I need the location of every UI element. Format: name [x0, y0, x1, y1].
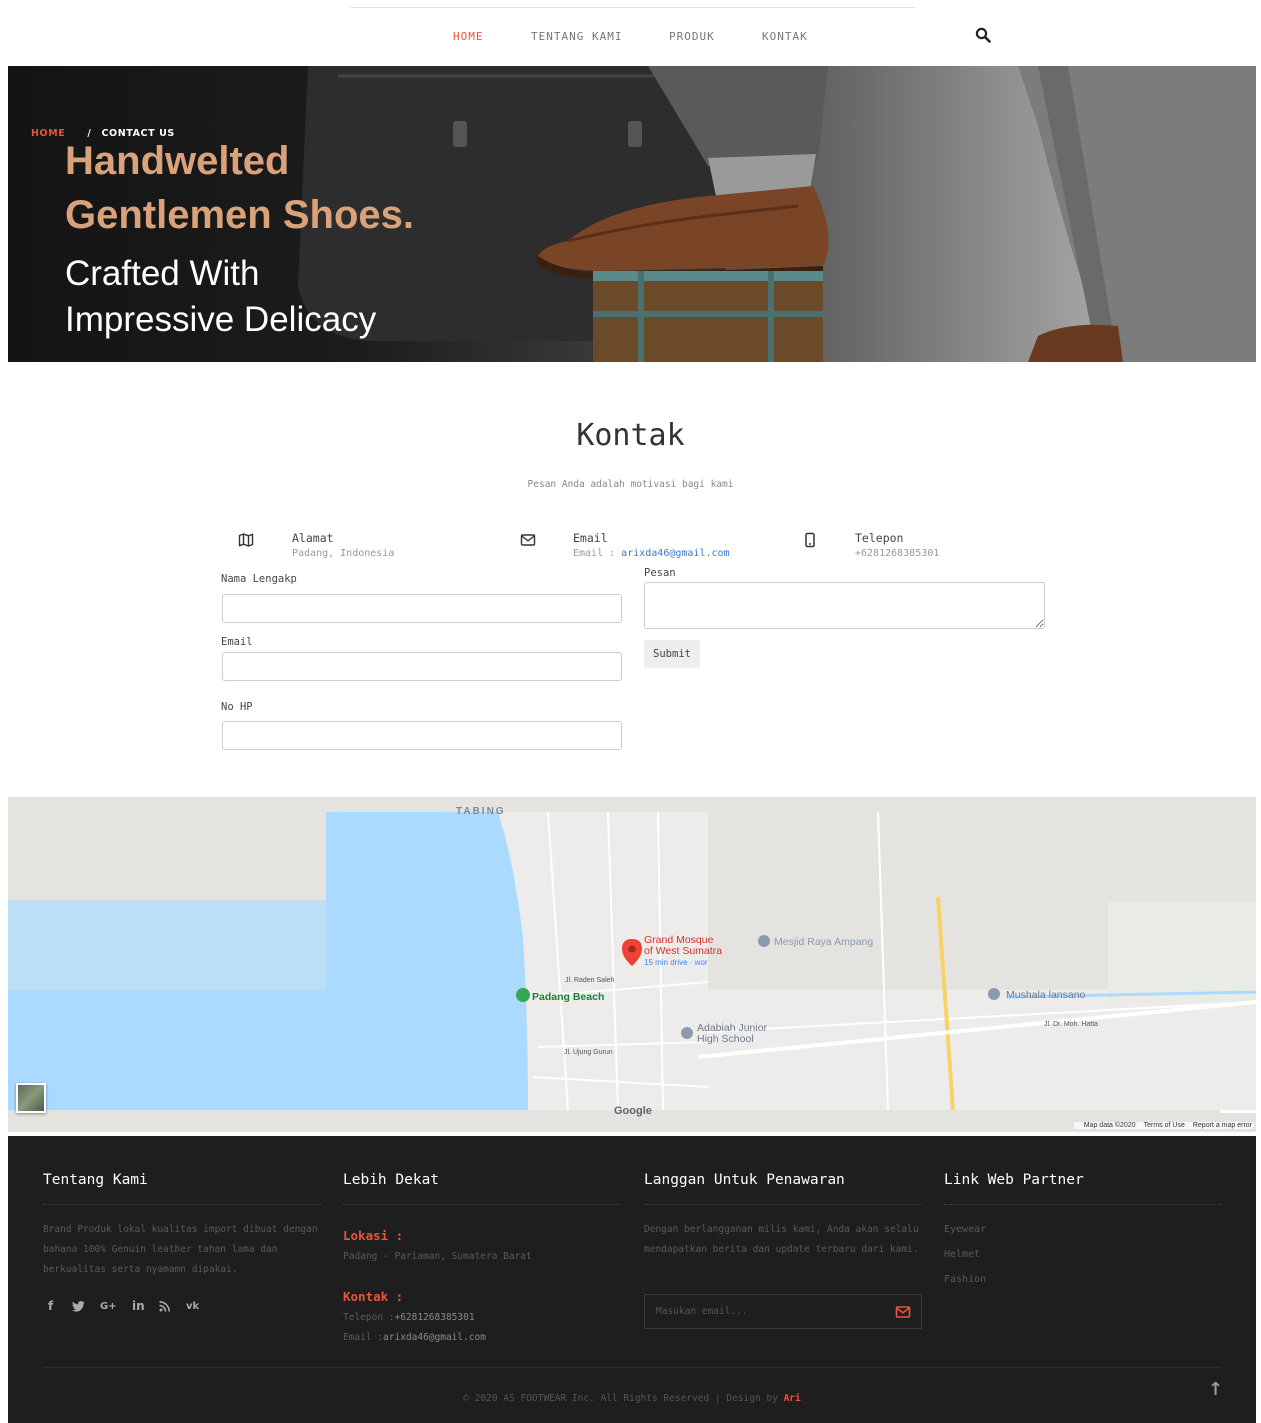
footer-divider	[644, 1204, 922, 1205]
hero-headline-line-1: Handwelted	[65, 139, 290, 183]
breadcrumb-current: CONTACT US	[101, 128, 175, 139]
hero-subline-line-2: Impressive Delicacy	[65, 300, 377, 339]
footer-phone-prefix: Telepon :	[343, 1312, 395, 1323]
footer-divider	[343, 1204, 621, 1205]
hero-subline-line-1: Crafted With	[65, 254, 260, 293]
vk-icon[interactable]: vk	[186, 1301, 199, 1312]
satellite-toggle[interactable]	[16, 1083, 46, 1113]
footer-location-label: Lokasi :	[343, 1228, 404, 1243]
footer-about-title: Tentang Kami	[43, 1172, 148, 1188]
footer-about-text: Brand Produk lokal kualitas import dibua…	[43, 1224, 318, 1275]
nav-item-home[interactable]: HOME	[453, 30, 484, 43]
partner-link-helmet[interactable]: Helmet	[944, 1249, 980, 1260]
partner-link-eyewear[interactable]: Eyewear	[944, 1224, 986, 1235]
map-label-adabiah-line-2: High School	[697, 1033, 754, 1045]
rss-icon[interactable]	[159, 1301, 170, 1312]
footer-subscribe-text: Dengan berlangganan milis kami, Anda aka…	[644, 1224, 919, 1255]
address-value: Padang, Indonesia	[292, 548, 395, 559]
map-icon	[238, 533, 254, 547]
submit-button[interactable]: Submit	[644, 640, 700, 668]
terms-link[interactable]: Terms of Use	[1144, 1122, 1185, 1129]
map-label-ujung-gurun: Jl. Ujung Gurun	[564, 1049, 613, 1056]
subscribe-form	[644, 1294, 922, 1329]
address-label: Alamat	[292, 531, 334, 545]
breadcrumb: HOME / CONTACT US	[31, 128, 175, 139]
footer-email: Email :arixda46@gmail.com	[343, 1328, 486, 1348]
footer: Tentang Kami Brand Produk lokal kualitas…	[8, 1136, 1256, 1423]
twitter-icon[interactable]	[72, 1301, 85, 1312]
phone-value: +6281268385301	[855, 548, 940, 559]
nav-divider	[351, 7, 915, 8]
email-prefix: Email :	[573, 548, 622, 559]
footer-subscribe-title: Langgan Untuk Penawaran	[644, 1172, 845, 1188]
google-logo: Google	[614, 1105, 652, 1117]
copyright-text: © 2020 AS FOOTWEAR Inc. All Rights Reser…	[463, 1393, 778, 1404]
envelope-icon	[520, 534, 536, 546]
map-tiles	[8, 811, 1256, 1113]
back-to-top-arrow-icon[interactable]: ↑	[1208, 1379, 1223, 1400]
email-info: Email : arixda46@gmail.com	[573, 548, 730, 559]
breadcrumb-separator: /	[87, 128, 92, 139]
copyright: © 2020 AS FOOTWEAR Inc. All Rights Reser…	[8, 1393, 1256, 1404]
name-field-label: Nama Lengakp	[221, 573, 297, 585]
nav-item-produk[interactable]: PRODUK	[669, 30, 715, 43]
map-attribution: Map data ©2020 Terms of Use Report a map e…	[1073, 1122, 1254, 1129]
message-field[interactable]	[644, 582, 1045, 629]
copyright-author[interactable]: Ari	[784, 1393, 801, 1404]
envelope-send-icon[interactable]	[895, 1304, 911, 1320]
map-label-mushala[interactable]: Mushala lansano	[1006, 990, 1085, 1001]
footer-closer-title: Lebih Dekat	[343, 1172, 440, 1188]
footer-phone: Telepon :+6281268385301	[343, 1308, 475, 1328]
contact-subtitle: Pesan Anda adalah motivasi bagi kami	[527, 479, 734, 490]
hero-headline-line-2: Gentlemen Shoes.	[65, 193, 414, 237]
footer-location-value: Padang - Pariaman, Sumatera Barat	[343, 1251, 532, 1262]
map-label-tabing: TABING	[456, 806, 506, 817]
footer-divider	[43, 1204, 321, 1205]
mobile-icon	[805, 532, 815, 548]
footer-email-value[interactable]: arixda46@gmail.com	[383, 1332, 486, 1343]
footer-phone-value: +6281268385301	[394, 1312, 475, 1323]
google-map[interactable]: TABING Grand Mosque of West Sumatra 15 m…	[8, 797, 1256, 1132]
map-label-adabiah[interactable]: Adabiah Junior High School	[697, 1023, 767, 1045]
email-label: Email	[573, 531, 608, 545]
map-label-raden-saleh: Jl. Raden Saleh	[565, 977, 615, 984]
breadcrumb-home[interactable]: HOME	[31, 128, 65, 139]
email-field-label: Email	[221, 636, 253, 648]
map-label-moh-hatta: Jl. Dr. Moh. Hatta	[1044, 1021, 1099, 1028]
subscribe-email-input[interactable]	[645, 1295, 875, 1328]
footer-email-prefix: Email :	[343, 1332, 384, 1343]
nav-item-kontak[interactable]: KONTAK	[762, 30, 808, 43]
top-navigation: HOME TENTANG KAMI PRODUK KONTAK	[0, 0, 1261, 66]
map-label-mesjid[interactable]: Mesjid Raya Ampang	[774, 937, 873, 948]
footer-contact-label: Kontak :	[343, 1289, 404, 1304]
report-link[interactable]: Report a map error	[1193, 1122, 1252, 1129]
partner-link-fashion[interactable]: Fashion	[944, 1274, 986, 1285]
map-label-grand-mosque[interactable]: Grand Mosque of West Sumatra 15 min driv…	[644, 935, 722, 968]
phone-field-label: No HP	[221, 701, 253, 713]
footer-partner-title: Link Web Partner	[944, 1172, 1084, 1188]
message-field-label: Pesan	[644, 567, 676, 579]
map-label-padang-beach[interactable]: Padang Beach	[532, 992, 604, 1003]
phone-label: Telepon	[855, 531, 904, 545]
footer-bottom-divider	[43, 1367, 1222, 1368]
email-field[interactable]	[222, 652, 622, 681]
search-icon[interactable]	[975, 27, 991, 43]
map-data-text: Map data ©2020	[1083, 1122, 1136, 1129]
google-plus-icon[interactable]: G+	[100, 1301, 117, 1312]
contact-title: Kontak	[576, 418, 685, 453]
map-label-grand-mosque-drive: 15 min drive · wor	[644, 958, 708, 967]
map-label-grand-mosque-line-2: of West Sumatra	[644, 945, 723, 957]
facebook-icon[interactable]: f	[48, 1299, 53, 1313]
hero-banner: HOME / CONTACT US Handwelted Gentlemen Sho…	[8, 66, 1256, 362]
phone-field[interactable]	[222, 721, 622, 750]
nav-item-tentang-kami[interactable]: TENTANG KAMI	[531, 30, 622, 43]
email-link[interactable]: arixda46@gmail.com	[621, 548, 729, 559]
name-field[interactable]	[222, 594, 622, 623]
footer-divider	[944, 1204, 1222, 1205]
linkedin-icon[interactable]: in	[132, 1299, 145, 1313]
